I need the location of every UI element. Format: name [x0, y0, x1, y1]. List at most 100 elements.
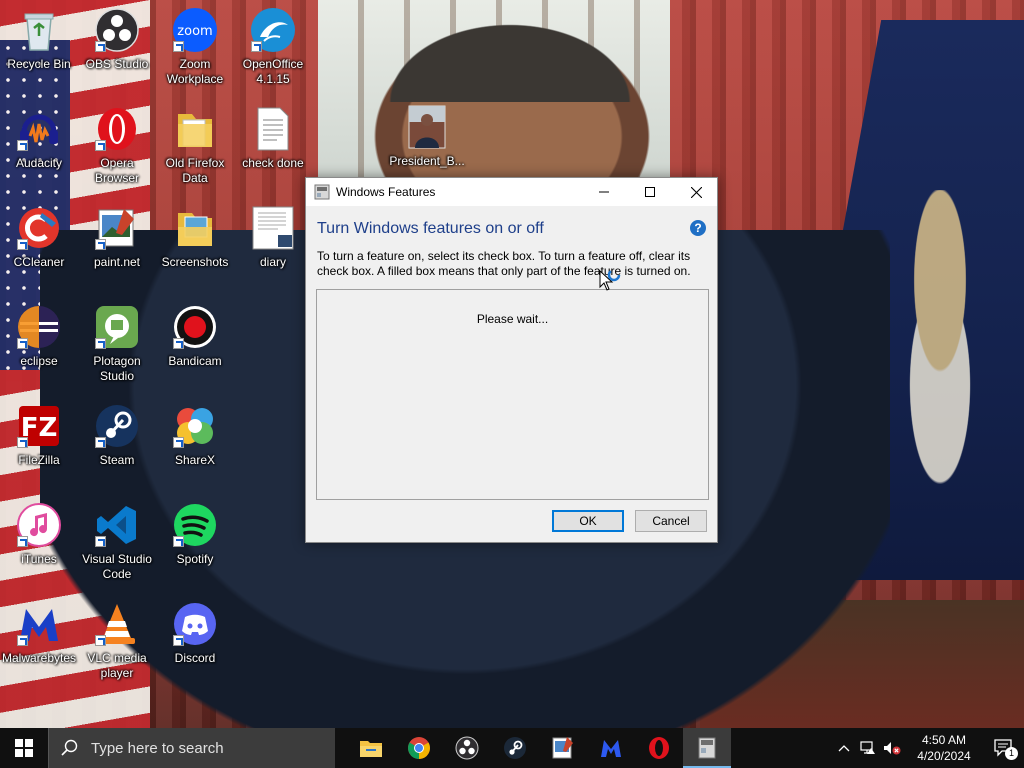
taskbar-obs[interactable]	[443, 728, 491, 768]
desktop-icon-label: diary	[259, 255, 286, 269]
shortcut-arrow-icon	[17, 239, 28, 250]
close-button[interactable]	[673, 178, 719, 206]
discord-icon	[171, 600, 219, 648]
desktop-icon-label: paint.net	[93, 255, 141, 269]
clock-date: 4/20/2024	[917, 749, 971, 763]
minimize-icon	[599, 191, 609, 193]
taskbar-search-box[interactable]: Type here to search	[48, 728, 335, 768]
clock[interactable]: 4:50 AM 4/20/2024	[904, 732, 984, 764]
shortcut-arrow-icon	[173, 437, 184, 448]
desktop-icon-recycle-bin[interactable]: Recycle Bin	[0, 6, 78, 72]
shortcut-arrow-icon	[17, 536, 28, 547]
taskbar-malwarebytes[interactable]	[587, 728, 635, 768]
desktop-icon-malwarebytes[interactable]: Malwarebytes	[0, 600, 78, 666]
desktop-icon-label: Malwarebytes	[1, 651, 77, 665]
itunes-icon	[15, 501, 63, 549]
desktop-icon-opera[interactable]: Opera Browser	[78, 105, 156, 186]
svg-text:zoom: zoom	[177, 24, 212, 39]
desktop-icon-spotify[interactable]: Spotify	[156, 501, 234, 567]
malwarebytes-icon	[15, 600, 63, 648]
wallpaper-eagle	[880, 190, 1000, 490]
obs-icon	[93, 6, 141, 54]
volume-button[interactable]	[880, 728, 904, 768]
windows-features-icon	[314, 184, 330, 200]
desktop-icon-itunes[interactable]: iTunes	[0, 501, 78, 567]
shortcut-arrow-icon	[95, 140, 106, 151]
windows-logo-icon	[15, 739, 33, 757]
minimize-button[interactable]	[581, 178, 627, 206]
start-button[interactable]	[0, 728, 48, 768]
desktop-icon-vlc[interactable]: VLC media player	[78, 600, 156, 681]
malwarebytes-icon	[601, 740, 621, 757]
desktop-icon-vscode[interactable]: Visual Studio Code	[78, 501, 156, 582]
search-placeholder: Type here to search	[91, 739, 224, 757]
desktop-icon-label: Discord	[174, 651, 216, 665]
desktop-icon-paintnet[interactable]: paint.net	[78, 204, 156, 270]
network-status-button[interactable]	[856, 728, 880, 768]
openoffice-icon	[249, 6, 297, 54]
desktop-icon-label: Recycle Bin	[7, 57, 71, 71]
desktop-icon-filezilla[interactable]: FZ FileZilla	[0, 402, 78, 468]
shortcut-arrow-icon	[173, 536, 184, 547]
shortcut-arrow-icon	[17, 338, 28, 349]
cancel-button[interactable]: Cancel	[635, 510, 707, 532]
help-icon[interactable]: ?	[690, 220, 706, 236]
chevron-up-icon	[838, 745, 850, 752]
desktop-icon-old-firefox-data[interactable]: Old Firefox Data	[156, 105, 234, 186]
notifications-button[interactable]: 1	[984, 728, 1024, 768]
desktop-icon-discord[interactable]: Discord	[156, 600, 234, 666]
desktop-icon-openoffice[interactable]: OpenOffice 4.1.15	[234, 6, 312, 87]
taskbar-steam[interactable]	[491, 728, 539, 768]
desktop-icon-label: Audacity	[15, 156, 63, 170]
audacity-icon	[15, 105, 63, 153]
desktop-icon-ccleaner[interactable]: CCleaner	[0, 204, 78, 270]
desktop-icon-president-image[interactable]: President_B...	[388, 103, 466, 169]
shortcut-arrow-icon	[17, 437, 28, 448]
shortcut-arrow-icon	[251, 41, 262, 52]
desktop-icon-label: iTunes	[21, 552, 57, 566]
desktop-icon-label: Screenshots	[161, 255, 229, 269]
desktop-icon-plotagon[interactable]: Plotagon Studio	[78, 303, 156, 384]
desktop-icon-label: VLC media player	[87, 651, 147, 680]
desktop-icon-diary[interactable]: diary	[234, 204, 312, 270]
desktop-icon-eclipse[interactable]: eclipse	[0, 303, 78, 369]
desktop-icon-check-done[interactable]: check done	[234, 105, 312, 171]
desktop-icon-zoom[interactable]: zoom Zoom Workplace	[156, 6, 234, 87]
shortcut-arrow-icon	[95, 437, 106, 448]
dialog-titlebar[interactable]: Windows Features	[306, 178, 717, 206]
document-icon	[249, 204, 297, 252]
dialog-title: Windows Features	[336, 185, 436, 199]
file-explorer-icon	[360, 741, 382, 757]
shortcut-arrow-icon	[95, 239, 106, 250]
zoom-icon: zoom	[171, 6, 219, 54]
loading-status: Please wait...	[476, 312, 549, 326]
shortcut-arrow-icon	[95, 536, 106, 547]
taskbar-opera[interactable]	[635, 728, 683, 768]
taskbar-file-explorer[interactable]	[347, 728, 395, 768]
steam-icon	[504, 737, 526, 759]
desktop-icon-audacity[interactable]: Audacity	[0, 105, 78, 171]
show-hidden-icons-button[interactable]	[832, 728, 856, 768]
taskbar-paintnet[interactable]	[539, 728, 587, 768]
plotagon-icon	[93, 303, 141, 351]
taskbar-chrome[interactable]	[395, 728, 443, 768]
chrome-icon	[408, 737, 430, 759]
network-icon	[860, 741, 875, 754]
maximize-button[interactable]	[627, 178, 673, 206]
recycle-bin-icon	[15, 6, 63, 54]
sharex-icon	[171, 402, 219, 450]
opera-icon	[649, 737, 669, 759]
desktop-icon-steam[interactable]: Steam	[78, 402, 156, 468]
eclipse-icon	[15, 303, 63, 351]
search-icon	[61, 739, 78, 756]
desktop-icon-label: Bandicam	[168, 354, 222, 368]
desktop-icon-obs-studio[interactable]: OBS Studio	[78, 6, 156, 72]
ok-button[interactable]: OK	[552, 510, 624, 532]
folder-icon	[171, 105, 219, 153]
desktop-icon-screenshots[interactable]: Screenshots	[156, 204, 234, 270]
features-list[interactable]: Please wait...	[316, 289, 709, 500]
desktop-icon-label: FileZilla	[18, 453, 60, 467]
desktop-icon-sharex[interactable]: ShareX	[156, 402, 234, 468]
taskbar-windows-features[interactable]	[683, 728, 731, 768]
desktop-icon-bandicam[interactable]: Bandicam	[156, 303, 234, 369]
